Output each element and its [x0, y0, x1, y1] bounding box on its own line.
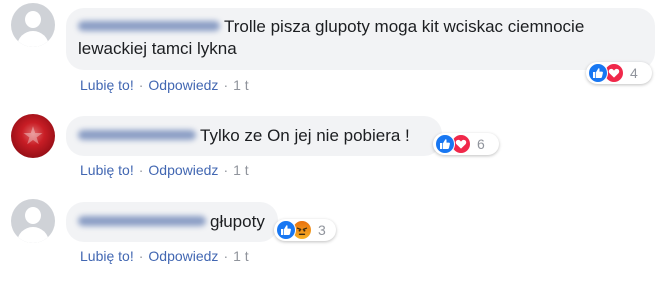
like-icon: [588, 63, 608, 83]
avatar-shoulders-shape: [17, 227, 49, 243]
like-icon: [276, 220, 296, 240]
reply-link[interactable]: Odpowiedz: [148, 248, 218, 264]
timestamp[interactable]: 1 t: [233, 248, 249, 264]
separator-dot: ·: [138, 248, 144, 264]
separator-dot: ·: [138, 77, 144, 93]
author-name-blurred[interactable]: [78, 129, 196, 140]
comment-actions: Lubię to! · Odpowiedz · 1 t: [80, 77, 249, 93]
avatar[interactable]: [11, 199, 55, 243]
avatar-emblem-shape: [23, 126, 43, 145]
author-name-blurred[interactable]: [78, 215, 206, 226]
reply-link[interactable]: Odpowiedz: [148, 162, 218, 178]
like-link[interactable]: Lubię to!: [80, 162, 134, 178]
avatar[interactable]: [11, 3, 55, 47]
separator-dot: ·: [223, 248, 229, 264]
comment-actions: Lubię to! · Odpowiedz · 1 t: [80, 162, 249, 178]
avatar-shoulders-shape: [17, 31, 49, 47]
comment-text: Tylko ze On jej nie pobiera !: [200, 126, 410, 145]
avatar-head-shape: [25, 207, 41, 224]
timestamp[interactable]: 1 t: [233, 162, 249, 178]
reply-link[interactable]: Odpowiedz: [148, 77, 218, 93]
comment-bubble: głupoty: [66, 202, 278, 242]
reaction-count: 4: [630, 65, 638, 81]
separator-dot: ·: [138, 162, 144, 178]
like-link[interactable]: Lubię to!: [80, 248, 134, 264]
avatar-head-shape: [25, 11, 41, 28]
comment-bubble: Tylko ze On jej nie pobiera !: [66, 116, 442, 156]
comment-actions: Lubię to! · Odpowiedz · 1 t: [80, 248, 249, 264]
reaction-count: 3: [318, 222, 326, 238]
avatar[interactable]: [11, 114, 55, 158]
separator-dot: ·: [223, 77, 229, 93]
comment-bubble: Trolle pisza glupoty moga kit wciskac ci…: [66, 8, 655, 70]
separator-dot: ·: [223, 162, 229, 178]
reactions-summary[interactable]: 4: [586, 62, 652, 84]
reactions-summary[interactable]: 6: [433, 133, 499, 155]
reactions-summary[interactable]: 3: [274, 219, 336, 241]
reaction-count: 6: [477, 136, 485, 152]
timestamp[interactable]: 1 t: [233, 77, 249, 93]
like-link[interactable]: Lubię to!: [80, 77, 134, 93]
comment-text: głupoty: [210, 212, 265, 231]
author-name-blurred[interactable]: [78, 20, 220, 31]
like-icon: [435, 134, 455, 154]
